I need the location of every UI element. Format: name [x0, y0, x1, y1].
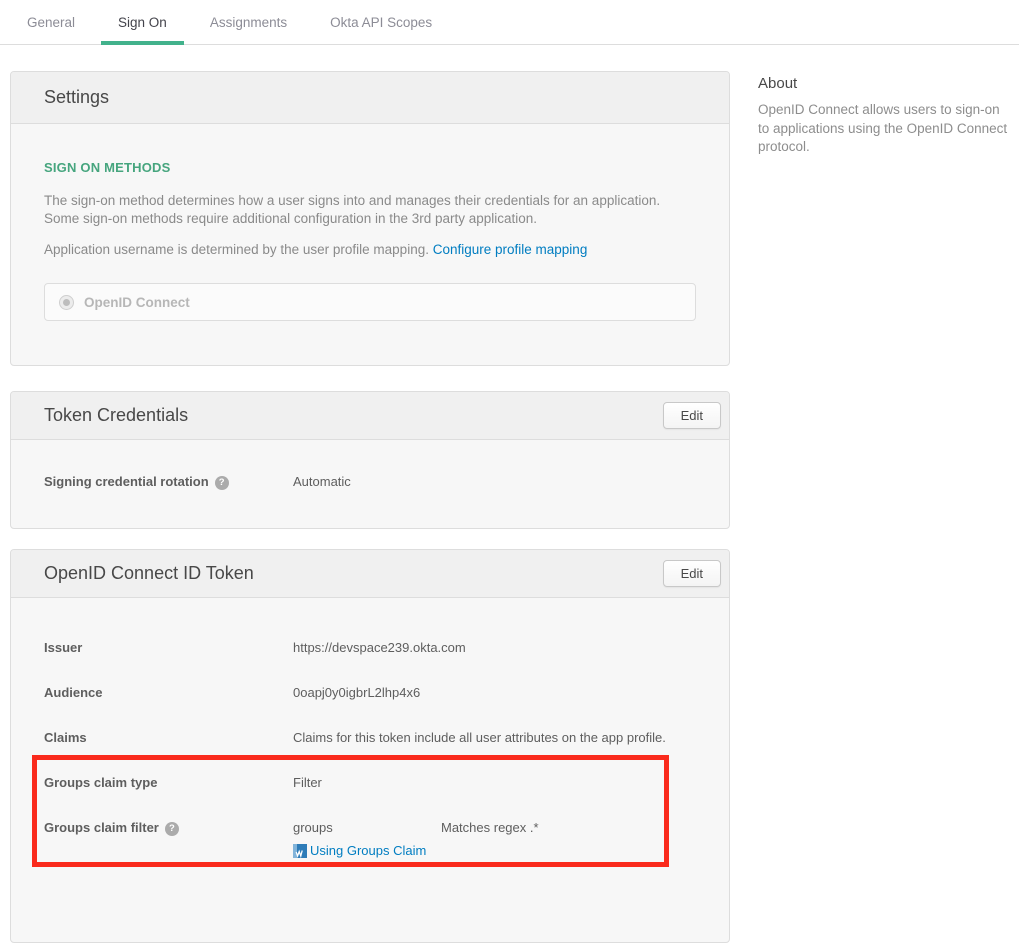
settings-panel: Settings SIGN ON METHODS The sign-on met… [10, 71, 730, 366]
edit-token-credentials-button[interactable]: Edit [663, 402, 721, 429]
about-sidebar: About OpenID Connect allows users to sig… [758, 45, 1009, 157]
id-token-body: Issuer https://devspace239.okta.com Audi… [11, 598, 729, 942]
groups-claim-filter-values: groups Matches regex .* Using Groups Cla… [293, 818, 539, 858]
radio-selected-icon [59, 295, 74, 310]
id-token-panel: OpenID Connect ID Token Edit Issuer http… [10, 549, 730, 943]
groups-claim-type-label: Groups claim type [44, 773, 293, 792]
groups-claim-filter-name: groups [293, 818, 441, 837]
sign-on-methods-heading: SIGN ON METHODS [44, 160, 696, 175]
groups-claim-filter-row: Groups claim filter? groups Matches rege… [44, 818, 696, 858]
main-column: Settings SIGN ON METHODS The sign-on met… [10, 45, 730, 943]
id-token-header: OpenID Connect ID Token Edit [11, 550, 729, 598]
sign-on-method-label: OpenID Connect [84, 295, 190, 310]
about-title: About [758, 75, 1009, 92]
groups-claim-doc-icon [293, 844, 307, 858]
tab-sign-on[interactable]: Sign On [101, 0, 184, 44]
edit-id-token-button[interactable]: Edit [663, 560, 721, 587]
help-icon[interactable]: ? [165, 822, 179, 836]
token-credentials-header: Token Credentials Edit [11, 392, 729, 440]
using-groups-claim-link[interactable]: Using Groups Claim [310, 843, 426, 858]
help-icon[interactable]: ? [215, 476, 229, 490]
issuer-row: Issuer https://devspace239.okta.com [44, 638, 696, 657]
about-description: OpenID Connect allows users to sign-on t… [758, 101, 1009, 157]
tab-general[interactable]: General [10, 0, 92, 44]
claims-value: Claims for this token include all user a… [293, 728, 666, 747]
signing-credential-rotation-text: Signing credential rotation [44, 474, 209, 489]
audience-value: 0oapj0y0igbrL2lhp4x6 [293, 683, 420, 702]
configure-profile-mapping-link[interactable]: Configure profile mapping [433, 242, 588, 257]
sign-on-method-option: OpenID Connect [44, 283, 696, 321]
claims-row: Claims Claims for this token include all… [44, 728, 696, 747]
token-credentials-title: Token Credentials [44, 405, 188, 426]
sign-on-methods-description: The sign-on method determines how a user… [44, 192, 692, 228]
signing-credential-rotation-row: Signing credential rotation? Automatic [44, 472, 696, 491]
token-credentials-body: Signing credential rotation? Automatic [11, 440, 729, 528]
groups-claim-type-row: Groups claim type Filter [44, 773, 696, 792]
username-mapping-note: Application username is determined by th… [44, 241, 692, 259]
groups-claim-type-value: Filter [293, 773, 322, 792]
groups-claim-filter-label: Groups claim filter? [44, 818, 293, 837]
audience-row: Audience 0oapj0y0igbrL2lhp4x6 [44, 683, 696, 702]
groups-claim-doc-row: Using Groups Claim [293, 843, 539, 858]
token-credentials-panel: Token Credentials Edit Signing credentia… [10, 391, 730, 529]
settings-panel-title: Settings [44, 87, 109, 108]
content-layout: Settings SIGN ON METHODS The sign-on met… [0, 45, 1019, 943]
issuer-value: https://devspace239.okta.com [293, 638, 466, 657]
id-token-title: OpenID Connect ID Token [44, 563, 254, 584]
signing-credential-rotation-value: Automatic [293, 472, 351, 491]
tab-assignments[interactable]: Assignments [193, 0, 304, 44]
issuer-label: Issuer [44, 638, 293, 657]
audience-label: Audience [44, 683, 293, 702]
groups-claim-filter-text: Groups claim filter [44, 820, 159, 835]
settings-panel-body: SIGN ON METHODS The sign-on method deter… [11, 124, 729, 365]
tab-okta-api-scopes[interactable]: Okta API Scopes [313, 0, 449, 44]
username-mapping-text: Application username is determined by th… [44, 242, 429, 257]
groups-claim-filter-expression: Matches regex .* [441, 818, 539, 837]
signing-credential-rotation-label: Signing credential rotation? [44, 472, 293, 491]
settings-panel-header: Settings [11, 72, 729, 124]
app-tab-bar: General Sign On Assignments Okta API Sco… [0, 0, 1019, 45]
claims-label: Claims [44, 728, 293, 747]
